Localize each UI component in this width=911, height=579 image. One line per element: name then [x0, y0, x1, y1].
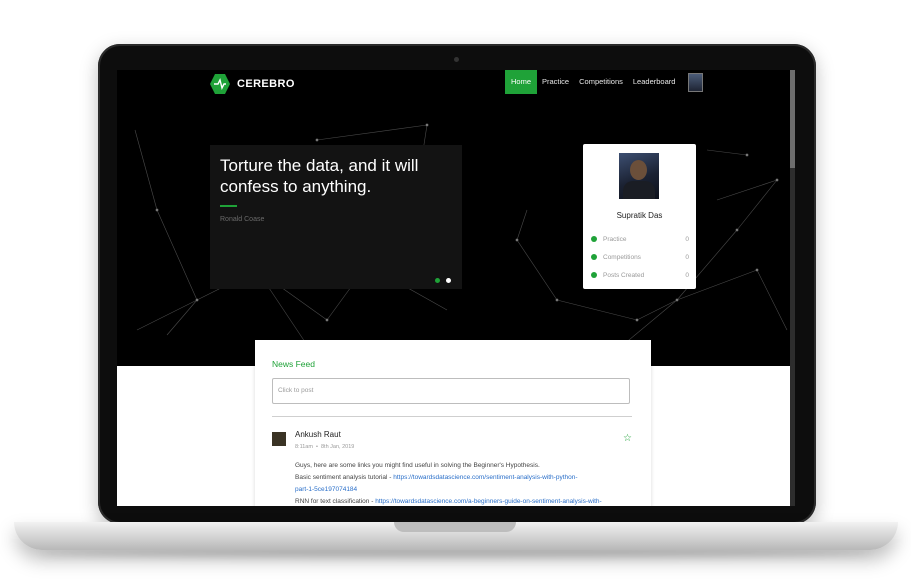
post-author-avatar[interactable]	[272, 432, 286, 446]
news-feed-title: News Feed	[272, 359, 315, 369]
profile-photo[interactable]	[619, 153, 659, 199]
quote-text: Torture the data, and it will confess to…	[220, 156, 419, 196]
quote-author: Ronald Coase	[220, 216, 265, 223]
post-link[interactable]: https://towardsdatascience.com/sentiment…	[393, 474, 577, 481]
post-body-line: part-1-5ce197074184	[295, 486, 357, 493]
post-time: 8:11am	[295, 444, 313, 450]
hero-section: CEREBRO Home Practice Competitions Leade…	[117, 70, 795, 366]
stat-posts-created[interactable]: Posts Created 0	[591, 269, 689, 281]
carousel-dots	[435, 278, 451, 283]
brand-logo[interactable]: CEREBRO	[209, 73, 295, 95]
feed-divider	[272, 416, 632, 417]
post-input[interactable]: Click to post	[272, 378, 630, 404]
stat-label: Practice	[603, 235, 627, 243]
post-date: 8th Jan, 2019	[320, 444, 355, 450]
carousel-dot-1[interactable]	[435, 278, 440, 283]
post-author-name[interactable]: Ankush Raut	[295, 430, 341, 439]
post-meta: 8:11am • 8th Jan, 2019	[295, 444, 355, 450]
stat-practice[interactable]: Practice 0	[591, 233, 689, 245]
user-avatar-nav[interactable]	[688, 72, 704, 92]
post-link[interactable]: https://towardsdatascience.com/a-beginne…	[375, 498, 602, 505]
page-scrollbar[interactable]	[790, 70, 795, 506]
post-text: Basic sentiment analysis tutorial -	[295, 474, 394, 481]
webcam	[454, 57, 459, 62]
post-body-line: RNN for text classification - https://to…	[295, 498, 602, 505]
stat-bullet-icon	[591, 254, 597, 260]
stat-value: 0	[685, 271, 689, 279]
nav-leaderboard[interactable]: Leaderboard	[628, 70, 681, 94]
stat-bullet-icon	[591, 236, 597, 242]
profile-card: Supratik Das Practice 0 Competitions 0 P…	[583, 144, 696, 289]
stat-bullet-icon	[591, 272, 597, 278]
profile-name: Supratik Das	[616, 211, 663, 220]
news-feed-card: News Feed Click to post Ankush Raut 8:11…	[255, 340, 651, 506]
stat-label: Competitions	[603, 253, 641, 261]
screen: CEREBRO Home Practice Competitions Leade…	[117, 70, 795, 506]
nav-home[interactable]: Home	[505, 70, 538, 94]
brand-name: CEREBRO	[237, 78, 295, 90]
post-text: RNN for text classification -	[295, 498, 376, 505]
stat-value: 0	[685, 235, 689, 243]
nav-competitions[interactable]: Competitions	[574, 70, 628, 94]
stat-value: 0	[685, 253, 689, 261]
favorite-star-icon[interactable]: ☆	[623, 433, 632, 444]
main-nav: Home Practice Competitions Leaderboard	[505, 70, 704, 94]
stat-competitions[interactable]: Competitions 0	[591, 251, 689, 263]
post-body-line: Guys, here are some links you might find…	[295, 462, 540, 469]
quote-accent-bar	[220, 205, 237, 207]
quote-carousel: Torture the data, and it will confess to…	[210, 145, 462, 289]
scrollbar-thumb[interactable]	[790, 70, 795, 168]
cerebro-logo-icon	[210, 74, 230, 94]
post-link[interactable]: part-1-5ce197074184	[295, 486, 357, 493]
post-body-line: Basic sentiment analysis tutorial - http…	[295, 474, 578, 481]
nav-practice[interactable]: Practice	[537, 70, 574, 94]
laptop-notch	[394, 522, 516, 532]
stat-label: Posts Created	[603, 271, 645, 279]
carousel-dot-2[interactable]	[446, 278, 451, 283]
